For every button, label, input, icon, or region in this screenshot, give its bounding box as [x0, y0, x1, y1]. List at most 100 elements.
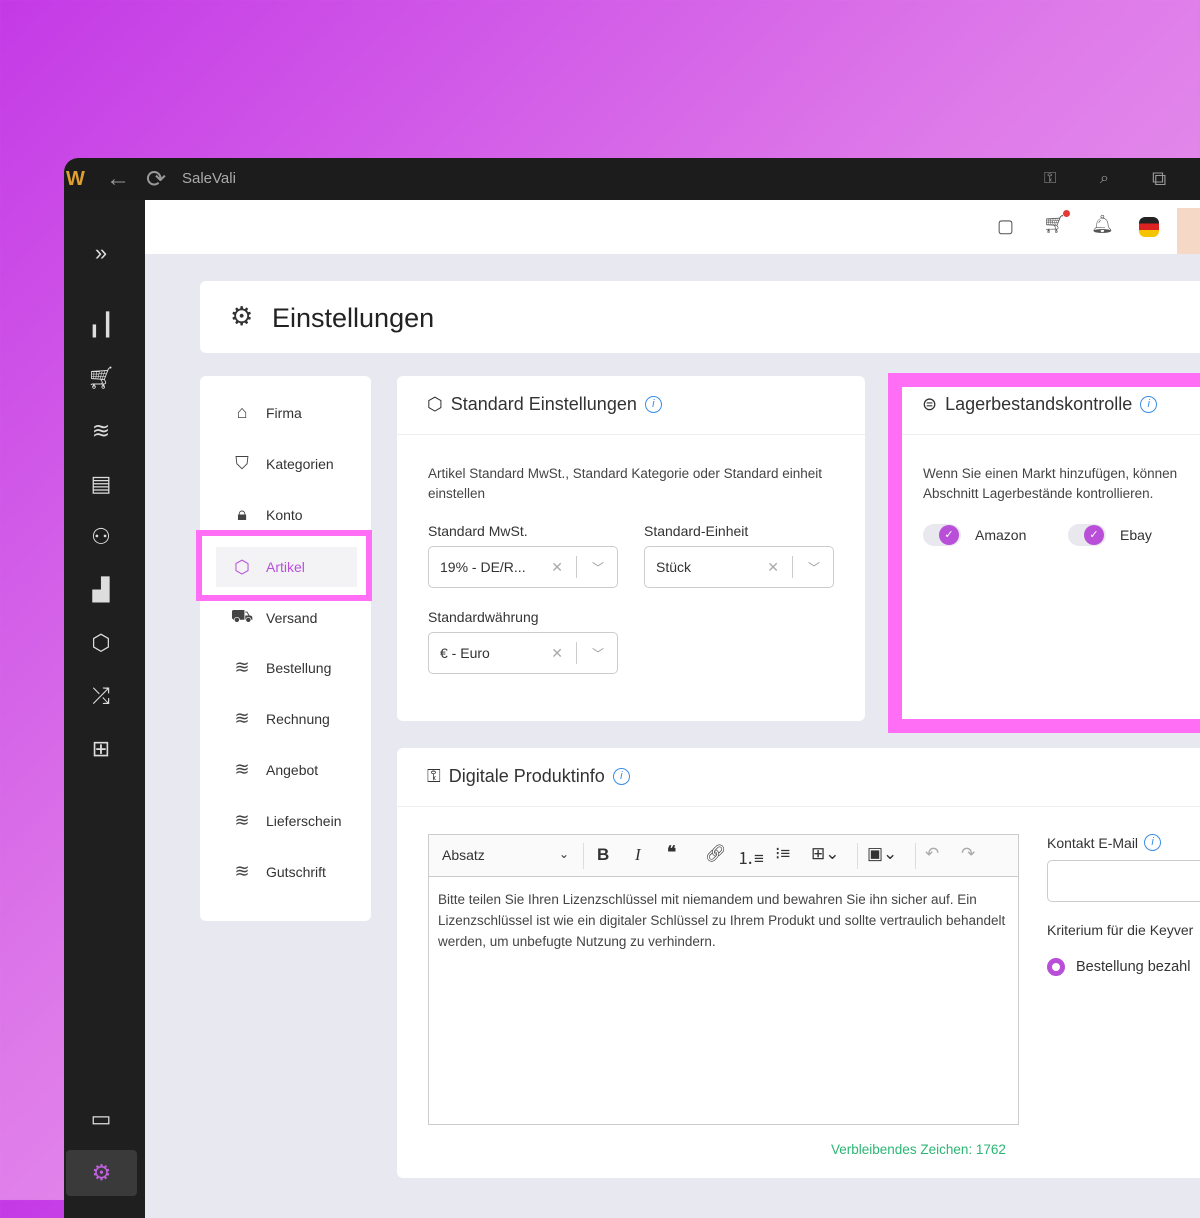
- undo-icon[interactable]: ↶: [925, 844, 939, 864]
- settings-menu-item-lieferschein[interactable]: ≋ Lieferschein: [230, 810, 342, 831]
- chevron-down-icon[interactable]: ⌄: [559, 847, 569, 861]
- back-icon[interactable]: ←: [106, 165, 130, 193]
- link-icon[interactable]: 🔗︎: [705, 844, 727, 864]
- rich-text-editor[interactable]: Absatz ⌄ B I ❝ 🔗︎ ⒈≡ ⁝≡ ⊞⌄ ▣⌄ ↶ ↷ Bitte …: [428, 834, 1019, 1125]
- criterion-radio[interactable]: Bestellung bezahl: [1047, 958, 1190, 976]
- app-window: W ← ⟳ SaleVali ⚿ ⌕ ⧉ » ╻┃ 🛒︎ ≋ ▤ ⚇ ▟ ⬡ ⤮…: [64, 158, 1200, 1218]
- bookmark-icon: ⛉: [235, 453, 249, 473]
- select-value: 19% - DE/R...: [440, 559, 526, 575]
- cart-icon[interactable]: 🛒︎: [1043, 214, 1066, 235]
- bold-icon[interactable]: B: [597, 845, 609, 865]
- unit-label: Standard-Einheit: [644, 523, 749, 539]
- digital-product-card: ⚿ Digitale Produktinfo i Absatz ⌄ B I ❝ 🔗︎…: [397, 748, 1200, 1178]
- clipboard-icon[interactable]: ▤: [86, 469, 116, 499]
- menu-item-label: Bestellung: [266, 659, 332, 676]
- market-label: Ebay: [1120, 527, 1152, 543]
- unit-select[interactable]: Stück ✕ ﹀: [644, 546, 834, 588]
- mwst-select[interactable]: 19% - DE/R... ✕ ﹀: [428, 546, 618, 588]
- users-icon[interactable]: ⚇: [86, 522, 116, 552]
- settings-menu-item-bestellung[interactable]: ≋ Bestellung: [230, 657, 331, 678]
- truck-icon: ⛟: [230, 606, 254, 626]
- amazon-toggle[interactable]: ✓: [923, 524, 961, 546]
- settings-menu-item-artikel[interactable]: ⬡ Artikel: [216, 547, 357, 587]
- editor-content[interactable]: Bitte teilen Sie Ihren Lizenzschlüssel m…: [429, 877, 1018, 964]
- criterion-label: Kriterium für die Keyver: [1047, 922, 1194, 938]
- radio-selected-icon[interactable]: [1047, 958, 1065, 976]
- home-icon: ⌂: [236, 402, 248, 422]
- bullet-list-icon[interactable]: ⁝≡: [775, 844, 790, 864]
- layers-icon[interactable]: ≋: [86, 416, 116, 446]
- title-bar: W ← ⟳ SaleVali ⚿ ⌕ ⧉: [64, 158, 1200, 200]
- box-icon: ⬡: [234, 556, 250, 577]
- quote-icon[interactable]: ❝: [667, 843, 676, 863]
- menu-item-label: Rechnung: [266, 710, 330, 727]
- settings-menu-item-angebot[interactable]: ≋ Angebot: [230, 759, 318, 780]
- info-icon[interactable]: i: [1140, 396, 1158, 413]
- settings-menu-item-gutschrift[interactable]: ≋ Gutschrift: [230, 861, 325, 882]
- clear-icon[interactable]: ✕: [551, 645, 563, 662]
- cart-icon[interactable]: 🛒︎: [86, 363, 116, 393]
- shuffle-icon[interactable]: ⤮: [86, 681, 116, 711]
- settings-nav-button[interactable]: ⚙: [66, 1150, 137, 1196]
- info-icon[interactable]: i: [644, 396, 662, 413]
- expand-icon[interactable]: »: [86, 238, 116, 268]
- email-label: Kontakt E-Mail: [1047, 834, 1139, 851]
- chevron-down-icon[interactable]: ﹀: [808, 559, 820, 576]
- box-icon[interactable]: ⬡: [86, 628, 116, 658]
- settings-menu-item-rechnung[interactable]: ≋ Rechnung: [230, 708, 330, 729]
- email-input[interactable]: [1047, 860, 1200, 902]
- settings-menu: ⌂ Firma ⛉ Kategorien 🔒︎ Konto ⬡ Artikel ⛟ Versand…: [200, 376, 371, 921]
- menu-item-label: Angebot: [266, 761, 319, 778]
- layers-icon: ≋: [234, 759, 250, 779]
- page-header: ⚙ Einstellungen: [200, 281, 1200, 353]
- market-amazon[interactable]: ✓ Amazon: [923, 524, 1026, 546]
- ebay-toggle[interactable]: ✓: [1068, 524, 1106, 546]
- menu-item-label: Lieferschein: [266, 812, 342, 829]
- key-icon[interactable]: ⚿: [1044, 170, 1056, 188]
- building-icon[interactable]: ▟: [86, 575, 116, 605]
- menu-item-label: Firma: [266, 404, 302, 421]
- logo-icon: W: [66, 167, 85, 190]
- menu-item-label: Artikel: [266, 559, 305, 575]
- chevron-down-icon[interactable]: ﹀: [592, 645, 604, 662]
- format-select[interactable]: Absatz: [442, 847, 485, 863]
- layers-icon: ≋: [234, 861, 250, 881]
- main-sidebar: » ╻┃ 🛒︎ ≋ ▤ ⚇ ▟ ⬡ ⤮ ⊞ ▭ ⚙: [64, 200, 145, 1218]
- grid-icon[interactable]: ⊞: [86, 734, 116, 764]
- chat-icon[interactable]: ▭: [86, 1104, 116, 1134]
- description: Wenn Sie einen Markt hinzufügen, können …: [923, 466, 1178, 501]
- media-icon[interactable]: ▣⌄: [867, 844, 897, 864]
- currency-select[interactable]: € - Euro ✕ ﹀: [428, 632, 618, 674]
- card-title: Lagerbestandskontrolle: [945, 394, 1133, 414]
- italic-icon[interactable]: I: [635, 845, 641, 865]
- box-icon: ⬡: [427, 394, 443, 414]
- table-icon[interactable]: ⊞⌄: [811, 844, 840, 864]
- bell-icon[interactable]: 🔔︎: [1091, 214, 1114, 235]
- check-icon: ✓: [1084, 525, 1104, 545]
- clear-icon[interactable]: ✕: [551, 559, 563, 576]
- flag-de-icon[interactable]: [1139, 217, 1159, 237]
- market-ebay[interactable]: ✓ Ebay: [1068, 524, 1152, 546]
- settings-menu-item-kategorien[interactable]: ⛉ Kategorien: [230, 453, 333, 474]
- message-icon[interactable]: ▢: [997, 216, 1014, 237]
- chevron-down-icon[interactable]: ﹀: [592, 559, 604, 576]
- redo-icon[interactable]: ↷: [961, 844, 975, 864]
- extension-icon[interactable]: ⧉: [1152, 168, 1166, 191]
- clear-icon[interactable]: ✕: [767, 559, 779, 576]
- layers-icon: ≋: [234, 810, 250, 830]
- app-title: SaleVali: [182, 170, 236, 187]
- radio-label: Bestellung bezahl: [1076, 959, 1191, 975]
- settings-menu-item-firma[interactable]: ⌂ Firma: [230, 402, 302, 423]
- info-icon[interactable]: i: [1144, 834, 1162, 851]
- info-icon[interactable]: i: [612, 768, 630, 785]
- ordered-list-icon[interactable]: ⒈≡: [737, 844, 764, 869]
- refresh-icon[interactable]: ⟳: [146, 165, 166, 194]
- gear-icon: ⚙: [91, 1160, 112, 1185]
- settings-menu-item-konto[interactable]: 🔒︎ Konto: [230, 504, 302, 525]
- avatar[interactable]: [1177, 208, 1200, 254]
- zoom-icon[interactable]: ⌕: [1100, 170, 1109, 188]
- market-label: Amazon: [975, 527, 1027, 543]
- check-icon: ✓: [939, 525, 959, 545]
- settings-menu-item-versand[interactable]: ⛟ Versand: [230, 606, 318, 630]
- chart-icon[interactable]: ╻┃: [86, 310, 116, 340]
